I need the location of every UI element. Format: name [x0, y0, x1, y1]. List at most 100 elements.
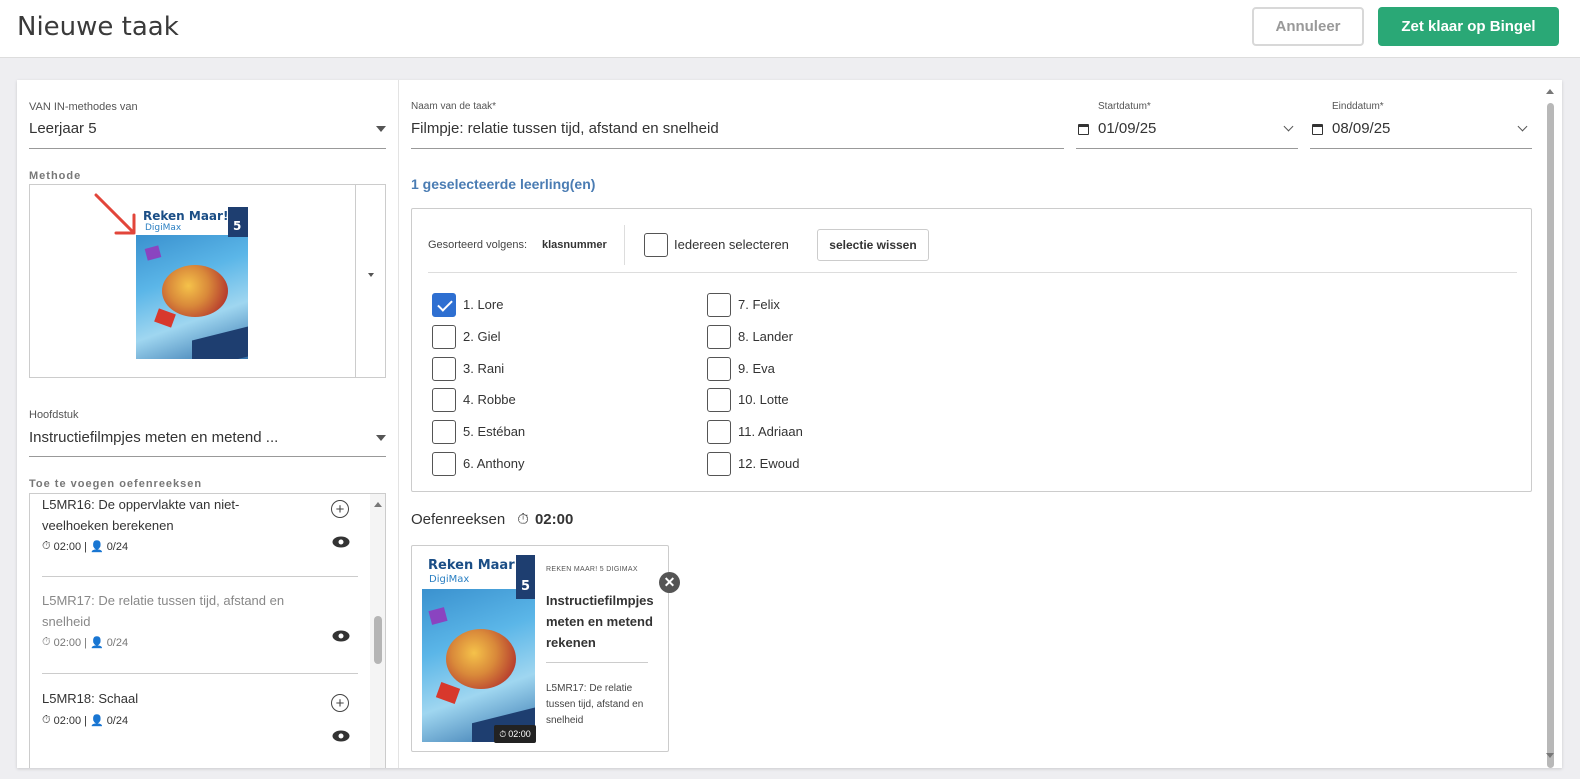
student-name[interactable]: 1. Lore — [463, 297, 503, 312]
person-icon: 👤 — [89, 541, 104, 553]
student-checkbox[interactable] — [432, 452, 456, 476]
student-name[interactable]: 7. Felix — [738, 297, 780, 312]
student-checkbox[interactable] — [707, 324, 731, 349]
student-name[interactable]: 8. Lander — [738, 329, 793, 344]
caret-down-icon — [376, 435, 386, 441]
stopwatch-icon: ⏱ — [42, 636, 51, 648]
clear-selection-button[interactable]: selectie wissen — [817, 229, 929, 261]
calendar-icon — [1078, 124, 1089, 135]
exercise-count: 0/24 — [106, 636, 129, 649]
exercise-title: L5MR17: De relatie tussen tijd, afstand … — [42, 593, 285, 629]
top-bar: Nieuwe taak Annuleer Zet klaar op Bingel — [0, 0, 1580, 58]
exercise-meta: ⏱ 02:00 | 👤 0/24 — [42, 540, 129, 553]
scroll-up-icon[interactable] — [374, 502, 382, 507]
student-checkbox[interactable] — [432, 420, 456, 445]
remove-exercise-close-icon[interactable]: ✕ — [659, 572, 680, 593]
card-title: Instructiefilmpjes meten en metend reken… — [546, 593, 654, 650]
student-name[interactable]: 2. Giel — [463, 329, 501, 344]
exercises-scrollbar[interactable] — [370, 494, 385, 768]
person-icon: 👤 — [89, 637, 104, 649]
eye-icon[interactable] — [332, 630, 350, 642]
task-name-value: Filmpje: relatie tussen tijd, afstand en… — [411, 120, 719, 137]
methods-select-value: Leerjaar 5 — [29, 120, 97, 137]
caret-down-icon — [376, 126, 386, 132]
chapter-select[interactable]: Instructiefilmpjes meten en metend ... — [29, 429, 386, 457]
student-checkbox[interactable] — [432, 293, 456, 317]
student-name[interactable]: 10. Lotte — [738, 392, 789, 407]
student-name[interactable]: 11. Adriaan — [738, 424, 803, 439]
exercise-title: L5MR16: De oppervlakte van niet-veelhoek… — [42, 497, 240, 533]
student-name[interactable]: 12. Ewoud — [738, 456, 799, 471]
calendar-icon — [1312, 124, 1323, 135]
select-all-checkbox[interactable] — [644, 233, 668, 257]
exercises-label: Toe te voegen oefenreeksen — [29, 478, 203, 490]
list-item: L5MR16: De oppervlakte van niet-veelhoek… — [30, 494, 370, 576]
exercise-meta: ⏱ 02:00 | 👤 0/24 — [42, 714, 129, 727]
student-checkbox[interactable] — [707, 356, 731, 381]
stopwatch-icon: ⏱ — [42, 540, 51, 552]
add-exercise-icon[interactable]: + — [331, 694, 349, 712]
method-cover-image: Reken Maar! DigiMax 5 — [136, 207, 248, 359]
start-date-value: 01/09/25 — [1098, 120, 1157, 137]
eye-icon[interactable] — [332, 730, 350, 742]
eye-icon[interactable] — [332, 536, 350, 548]
task-name-input[interactable]: Filmpje: relatie tussen tijd, afstand en… — [411, 120, 1064, 149]
method-label: Methode — [29, 170, 82, 182]
exercise-time: 02:00 — [53, 714, 82, 727]
student-checkbox[interactable] — [707, 420, 731, 445]
exercises-selected-heading: Oefenreeksen ⏱ 02:00 — [411, 511, 573, 528]
student-checkbox[interactable] — [432, 356, 456, 381]
student-checkbox[interactable] — [707, 293, 731, 317]
caret-down-icon — [368, 273, 374, 277]
student-name[interactable]: 4. Robbe — [463, 392, 516, 407]
page-title: Nieuwe taak — [17, 12, 179, 42]
selected-students-count[interactable]: 1 geselecteerde leerling(en) — [411, 176, 595, 192]
student-name[interactable]: 6. Anthony — [463, 456, 524, 471]
students-panel: Gesorteerd volgens: klasnummer Iedereen … — [411, 208, 1532, 492]
card-cover-image: Reken Maar! DigiMax 5 — [422, 555, 535, 742]
end-date-label: Einddatum* — [1332, 101, 1384, 112]
methods-label: VAN IN-methodes van — [29, 101, 138, 113]
exercise-time: 02:00 — [53, 540, 82, 553]
card-time-badge: ⏱ 02:00 — [494, 725, 536, 743]
student-checkbox[interactable] — [432, 388, 456, 413]
scroll-down-icon[interactable] — [1546, 753, 1554, 758]
page-scrollbar[interactable] — [1545, 85, 1556, 768]
stopwatch-icon: ⏱ — [499, 728, 507, 739]
scroll-up-icon[interactable] — [1546, 89, 1554, 94]
cancel-button[interactable]: Annuleer — [1252, 7, 1364, 46]
method-select[interactable]: Reken Maar! DigiMax 5 — [29, 184, 386, 378]
sort-value[interactable]: klasnummer — [542, 239, 607, 251]
submit-to-bingel-button[interactable]: Zet klaar op Bingel — [1378, 7, 1559, 46]
student-checkbox[interactable] — [707, 388, 731, 413]
exercise-meta: ⏱ 02:00 | 👤 0/24 — [42, 636, 129, 649]
cover-number: 5 — [521, 579, 531, 594]
add-exercise-icon[interactable]: + — [331, 500, 349, 518]
student-checkbox[interactable] — [707, 452, 731, 476]
chevron-down-icon — [1517, 121, 1528, 132]
person-icon: 👤 — [89, 715, 104, 727]
exercise-count: 0/24 — [106, 540, 129, 553]
start-date-picker[interactable]: 01/09/25 — [1076, 120, 1298, 149]
card-publisher: REKEN MAAR! 5 DIGIMAX — [546, 566, 638, 573]
student-name[interactable]: 9. Eva — [738, 361, 775, 376]
methods-select[interactable]: Leerjaar 5 — [29, 120, 386, 149]
list-item: L5MR18: Schaal ⏱ 02:00 | 👤 0/24 + — [30, 688, 370, 768]
chapter-label: Hoofdstuk — [29, 409, 79, 421]
end-date-picker[interactable]: 08/09/25 — [1310, 120, 1532, 149]
stopwatch-icon: ⏱ — [42, 714, 51, 726]
oefenreeksen-label: Oefenreeksen — [411, 511, 506, 528]
student-name[interactable]: 3. Rani — [463, 361, 504, 376]
cover-title: Reken Maar! — [428, 558, 521, 573]
select-all-label[interactable]: Iedereen selecteren — [674, 237, 789, 252]
exercises-list[interactable]: L5MR16: De oppervlakte van niet-veelhoek… — [29, 493, 386, 768]
start-date-label: Startdatum* — [1098, 101, 1151, 112]
task-name-label: Naam van de taak* — [411, 101, 497, 112]
student-name[interactable]: 5. Estéban — [463, 424, 525, 439]
cover-number: 5 — [233, 219, 242, 233]
chevron-down-icon — [1283, 121, 1294, 132]
student-checkbox[interactable] — [432, 324, 456, 349]
stopwatch-icon: ⏱ — [517, 511, 529, 528]
scrollbar-thumb[interactable] — [1547, 103, 1554, 768]
scrollbar-thumb[interactable] — [374, 616, 382, 664]
